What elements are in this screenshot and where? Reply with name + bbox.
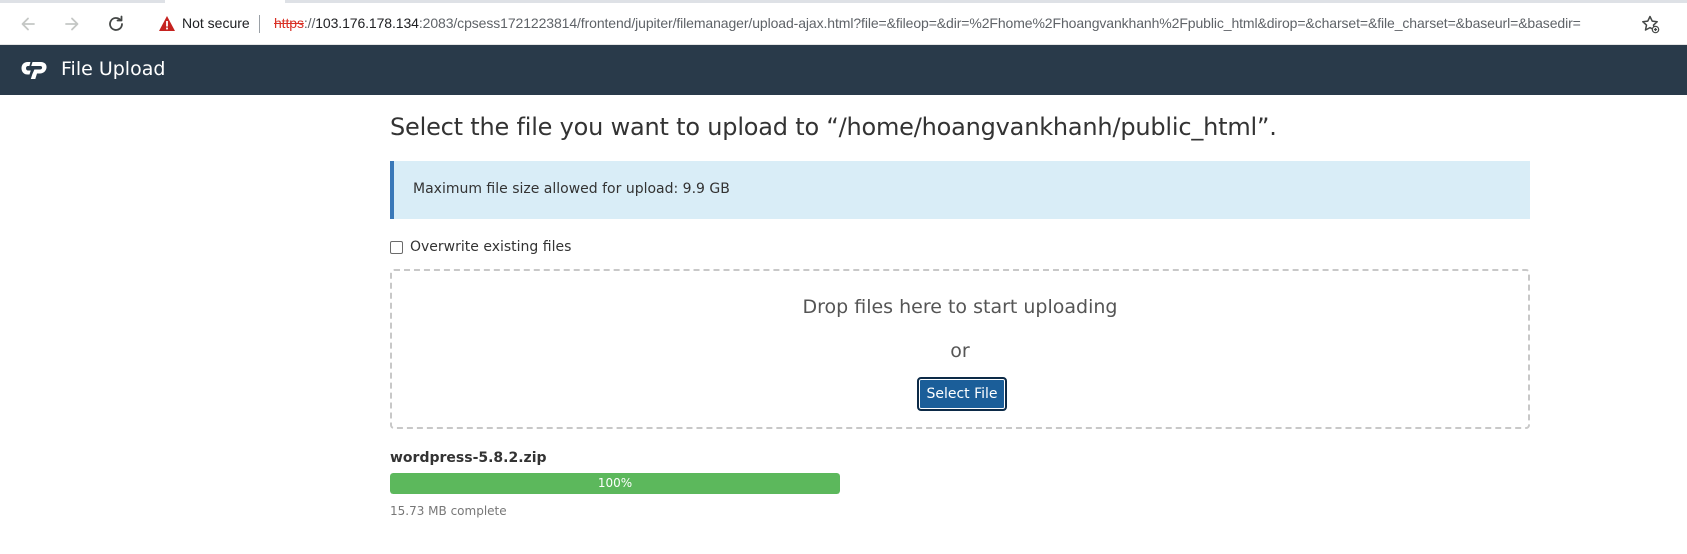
app-header: File Upload: [0, 45, 1687, 95]
forward-button[interactable]: [60, 12, 84, 36]
info-alert: Maximum file size allowed for upload: 9.…: [390, 161, 1530, 219]
warning-icon[interactable]: [158, 15, 176, 32]
page-title: Select the file you want to upload to “/…: [390, 113, 1277, 141]
overwrite-option[interactable]: Overwrite existing files: [390, 239, 571, 255]
drop-zone[interactable]: Drop files here to start uploading or Se…: [390, 269, 1530, 429]
cpanel-logo-icon[interactable]: [20, 58, 52, 80]
select-file-button[interactable]: Select File: [917, 377, 1007, 411]
upload-progress-label: 100%: [597, 476, 633, 490]
overwrite-label[interactable]: Overwrite existing files: [410, 239, 571, 255]
overwrite-checkbox[interactable]: [390, 240, 403, 254]
app-title: File Upload: [61, 58, 166, 80]
drop-instructions: Drop files here to start uploading: [802, 296, 1118, 318]
bookmark-star-icon[interactable]: [1640, 14, 1660, 34]
upload-progress-bar: 100%: [390, 473, 840, 494]
reload-icon: [109, 15, 123, 31]
omnibox-divider: [259, 15, 260, 33]
url-path: :2083/cpsess1721223814/frontend/jupiter/…: [418, 15, 1581, 31]
upload-status: 15.73 MB complete: [390, 504, 507, 518]
arrow-right-icon: [65, 17, 79, 31]
or-separator: or: [950, 340, 970, 362]
address-bar[interactable]: Not secure https://103.176.178.134:2083/…: [144, 7, 1674, 41]
url-scheme: https: [274, 15, 304, 31]
url-text[interactable]: https://103.176.178.134:2083/cpsess17212…: [274, 15, 1581, 31]
upload-file-name: wordpress-5.8.2.zip: [390, 450, 547, 466]
browser-toolbar: Not secure https://103.176.178.134:2083/…: [0, 3, 1687, 45]
max-size-notice: Maximum file size allowed for upload: 9.…: [413, 181, 730, 197]
url-separator: ://: [303, 15, 316, 31]
arrow-left-icon: [21, 17, 35, 31]
back-button[interactable]: [16, 12, 40, 36]
reload-button[interactable]: [104, 12, 128, 36]
not-secure-label[interactable]: Not secure: [182, 15, 250, 31]
url-host: 103.176.178.134: [315, 15, 419, 31]
